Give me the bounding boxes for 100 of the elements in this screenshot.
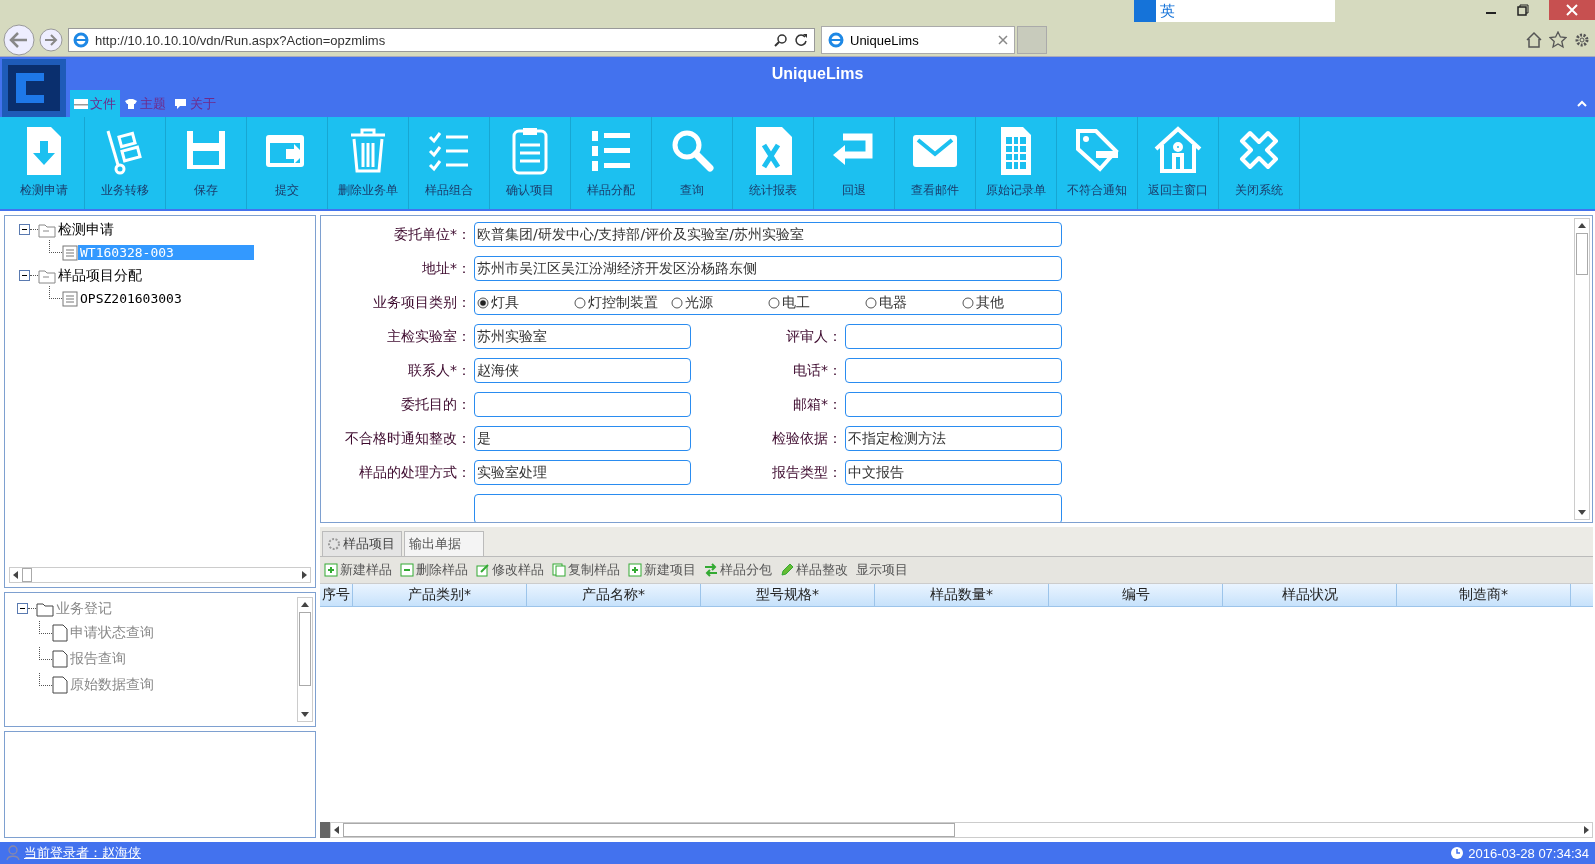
address-bar[interactable]: http://10.10.10.10/vdn/Run.aspx?Action=opzmlims — [68, 28, 815, 52]
radio-label[interactable]: 光源 — [685, 293, 713, 312]
column-header[interactable]: 制造商* — [1397, 584, 1571, 606]
toolbar-button[interactable]: 保存 — [166, 117, 247, 209]
grid-toolbar-button[interactable]: 样品整改 — [780, 561, 848, 579]
collapse-toggle-icon[interactable] — [17, 603, 28, 614]
scroll-right-icon[interactable] — [1583, 826, 1589, 834]
toolbar-button[interactable]: 回退 — [814, 117, 895, 209]
column-header[interactable]: 产品类别* — [353, 584, 527, 606]
text-field[interactable]: 中文报告 — [845, 460, 1062, 485]
text-field[interactable] — [845, 358, 1062, 383]
grid-toolbar-button[interactable]: 复制样品 — [552, 561, 620, 579]
text-field[interactable] — [845, 392, 1062, 417]
grid-toolbar-button[interactable]: 样品分包 — [704, 561, 772, 579]
back-icon[interactable] — [2, 23, 36, 57]
collapse-icon[interactable] — [1577, 99, 1587, 108]
collapse-toggle-icon[interactable] — [19, 270, 30, 281]
grid-toolbar-button[interactable]: 新建样品 — [324, 561, 392, 579]
tab[interactable]: 输出单据 — [404, 531, 484, 556]
scroll-right-icon[interactable] — [301, 571, 307, 579]
text-field[interactable]: 实验室处理 — [474, 460, 691, 485]
scroll-up-icon[interactable] — [301, 602, 309, 608]
radio-button[interactable] — [574, 296, 586, 309]
search-icon[interactable] — [774, 33, 788, 47]
menu-tab[interactable]: 文件 — [70, 90, 120, 117]
horizontal-scrollbar[interactable] — [330, 822, 1593, 838]
radio-button[interactable] — [962, 296, 974, 309]
tree-item[interactable]: 业务登记 — [54, 599, 114, 618]
tree-item[interactable]: 样品项目分配 — [56, 266, 144, 285]
star-icon[interactable] — [1549, 31, 1567, 49]
current-user-link[interactable]: 当前登录者：赵海侠 — [24, 844, 141, 862]
refresh-icon[interactable] — [794, 33, 808, 47]
text-field[interactable]: 苏州市吴江区吴江汾湖经济开发区汾杨路东侧 — [474, 256, 1062, 281]
column-header[interactable]: 产品名称* — [527, 584, 701, 606]
column-header[interactable]: 编号 — [1049, 584, 1223, 606]
radio-label[interactable]: 电器 — [879, 293, 907, 312]
column-header[interactable]: 样品状况 — [1223, 584, 1397, 606]
text-field[interactable]: 不指定检测方法 — [845, 426, 1062, 451]
forward-icon[interactable] — [38, 27, 64, 53]
scroll-down-icon[interactable] — [301, 711, 309, 717]
text-field[interactable] — [845, 324, 1062, 349]
home-icon[interactable] — [1525, 31, 1543, 49]
radio-button[interactable] — [477, 296, 489, 309]
grid-toolbar-button[interactable]: 新建项目 — [628, 561, 696, 579]
radio-label[interactable]: 其他 — [976, 293, 1004, 312]
vertical-scrollbar[interactable] — [1574, 218, 1590, 520]
vertical-scrollbar[interactable] — [297, 597, 313, 722]
column-header[interactable]: 样品数量* — [875, 584, 1049, 606]
toolbar-button[interactable]: 查询 — [652, 117, 733, 209]
toolbar-button[interactable]: 提交 — [247, 117, 328, 209]
horizontal-scrollbar[interactable] — [9, 567, 311, 583]
ime-toolbar[interactable]: 英 — [1134, 0, 1335, 22]
grid-toolbar-button[interactable]: 删除样品 — [400, 561, 468, 579]
radio-label[interactable]: 电工 — [782, 293, 810, 312]
radio-button[interactable] — [768, 296, 780, 309]
browser-tab[interactable]: UniqueLims — [821, 26, 1015, 54]
grid-toolbar-button[interactable]: 显示项目 — [856, 561, 908, 579]
text-field[interactable]: 赵海侠 — [474, 358, 691, 383]
radio-button[interactable] — [671, 296, 683, 309]
toolbar-button[interactable]: 原始记录单 — [976, 117, 1057, 209]
toolbar-button[interactable]: 样品组合 — [409, 117, 490, 209]
resize-handle[interactable] — [320, 822, 330, 838]
radio-label[interactable]: 灯具 — [491, 293, 519, 312]
tree-item[interactable]: 报告查询 — [68, 650, 128, 668]
tree-item[interactable]: OPSZ201603003 — [78, 291, 254, 306]
text-area[interactable] — [474, 494, 1062, 522]
scroll-thumb[interactable] — [22, 568, 32, 582]
scroll-up-icon[interactable] — [1578, 223, 1586, 229]
radio-label[interactable]: 灯控制装置 — [588, 293, 658, 312]
column-header[interactable]: 序号 — [320, 584, 353, 606]
tab[interactable]: 样品项目 — [322, 531, 402, 556]
scroll-left-icon[interactable] — [334, 826, 340, 834]
text-field[interactable]: 苏州实验室 — [474, 324, 691, 349]
scroll-left-icon[interactable] — [13, 571, 19, 579]
text-field[interactable] — [474, 392, 691, 417]
column-header[interactable]: 型号规格* — [701, 584, 875, 606]
toolbar-button[interactable]: 查看邮件 — [895, 117, 976, 209]
toolbar-button[interactable]: 业务转移 — [85, 117, 166, 209]
toolbar-button[interactable]: 不符合通知 — [1057, 117, 1138, 209]
close-icon[interactable] — [998, 35, 1008, 45]
tree-item[interactable]: 检测申请 — [56, 220, 116, 239]
toolbar-button[interactable]: 删除业务单 — [328, 117, 409, 209]
toolbar-button[interactable]: 统计报表 — [733, 117, 814, 209]
toolbar-button[interactable]: 检测申请 — [4, 117, 85, 209]
collapse-toggle-icon[interactable] — [19, 224, 30, 235]
text-field[interactable]: 是 — [474, 426, 691, 451]
tree-item[interactable]: 原始数据查询 — [68, 676, 156, 694]
radio-button[interactable] — [865, 296, 877, 309]
scroll-down-icon[interactable] — [1578, 509, 1586, 515]
scroll-thumb[interactable] — [1576, 233, 1588, 275]
scroll-thumb[interactable] — [343, 823, 955, 837]
toolbar-button[interactable]: 关闭系统 — [1219, 117, 1300, 209]
close-icon[interactable] — [1549, 0, 1595, 20]
text-field[interactable]: 欧普集团/研发中心/支持部/评价及实验室/苏州实验室 — [474, 222, 1062, 247]
tree-item[interactable]: 申请状态查询 — [68, 624, 156, 642]
restore-icon[interactable] — [1517, 4, 1529, 16]
grid-toolbar-button[interactable]: 修改样品 — [476, 561, 544, 579]
scroll-thumb[interactable] — [299, 612, 311, 686]
toolbar-button[interactable]: 样品分配 — [571, 117, 652, 209]
toolbar-button[interactable]: 确认项目 — [490, 117, 571, 209]
